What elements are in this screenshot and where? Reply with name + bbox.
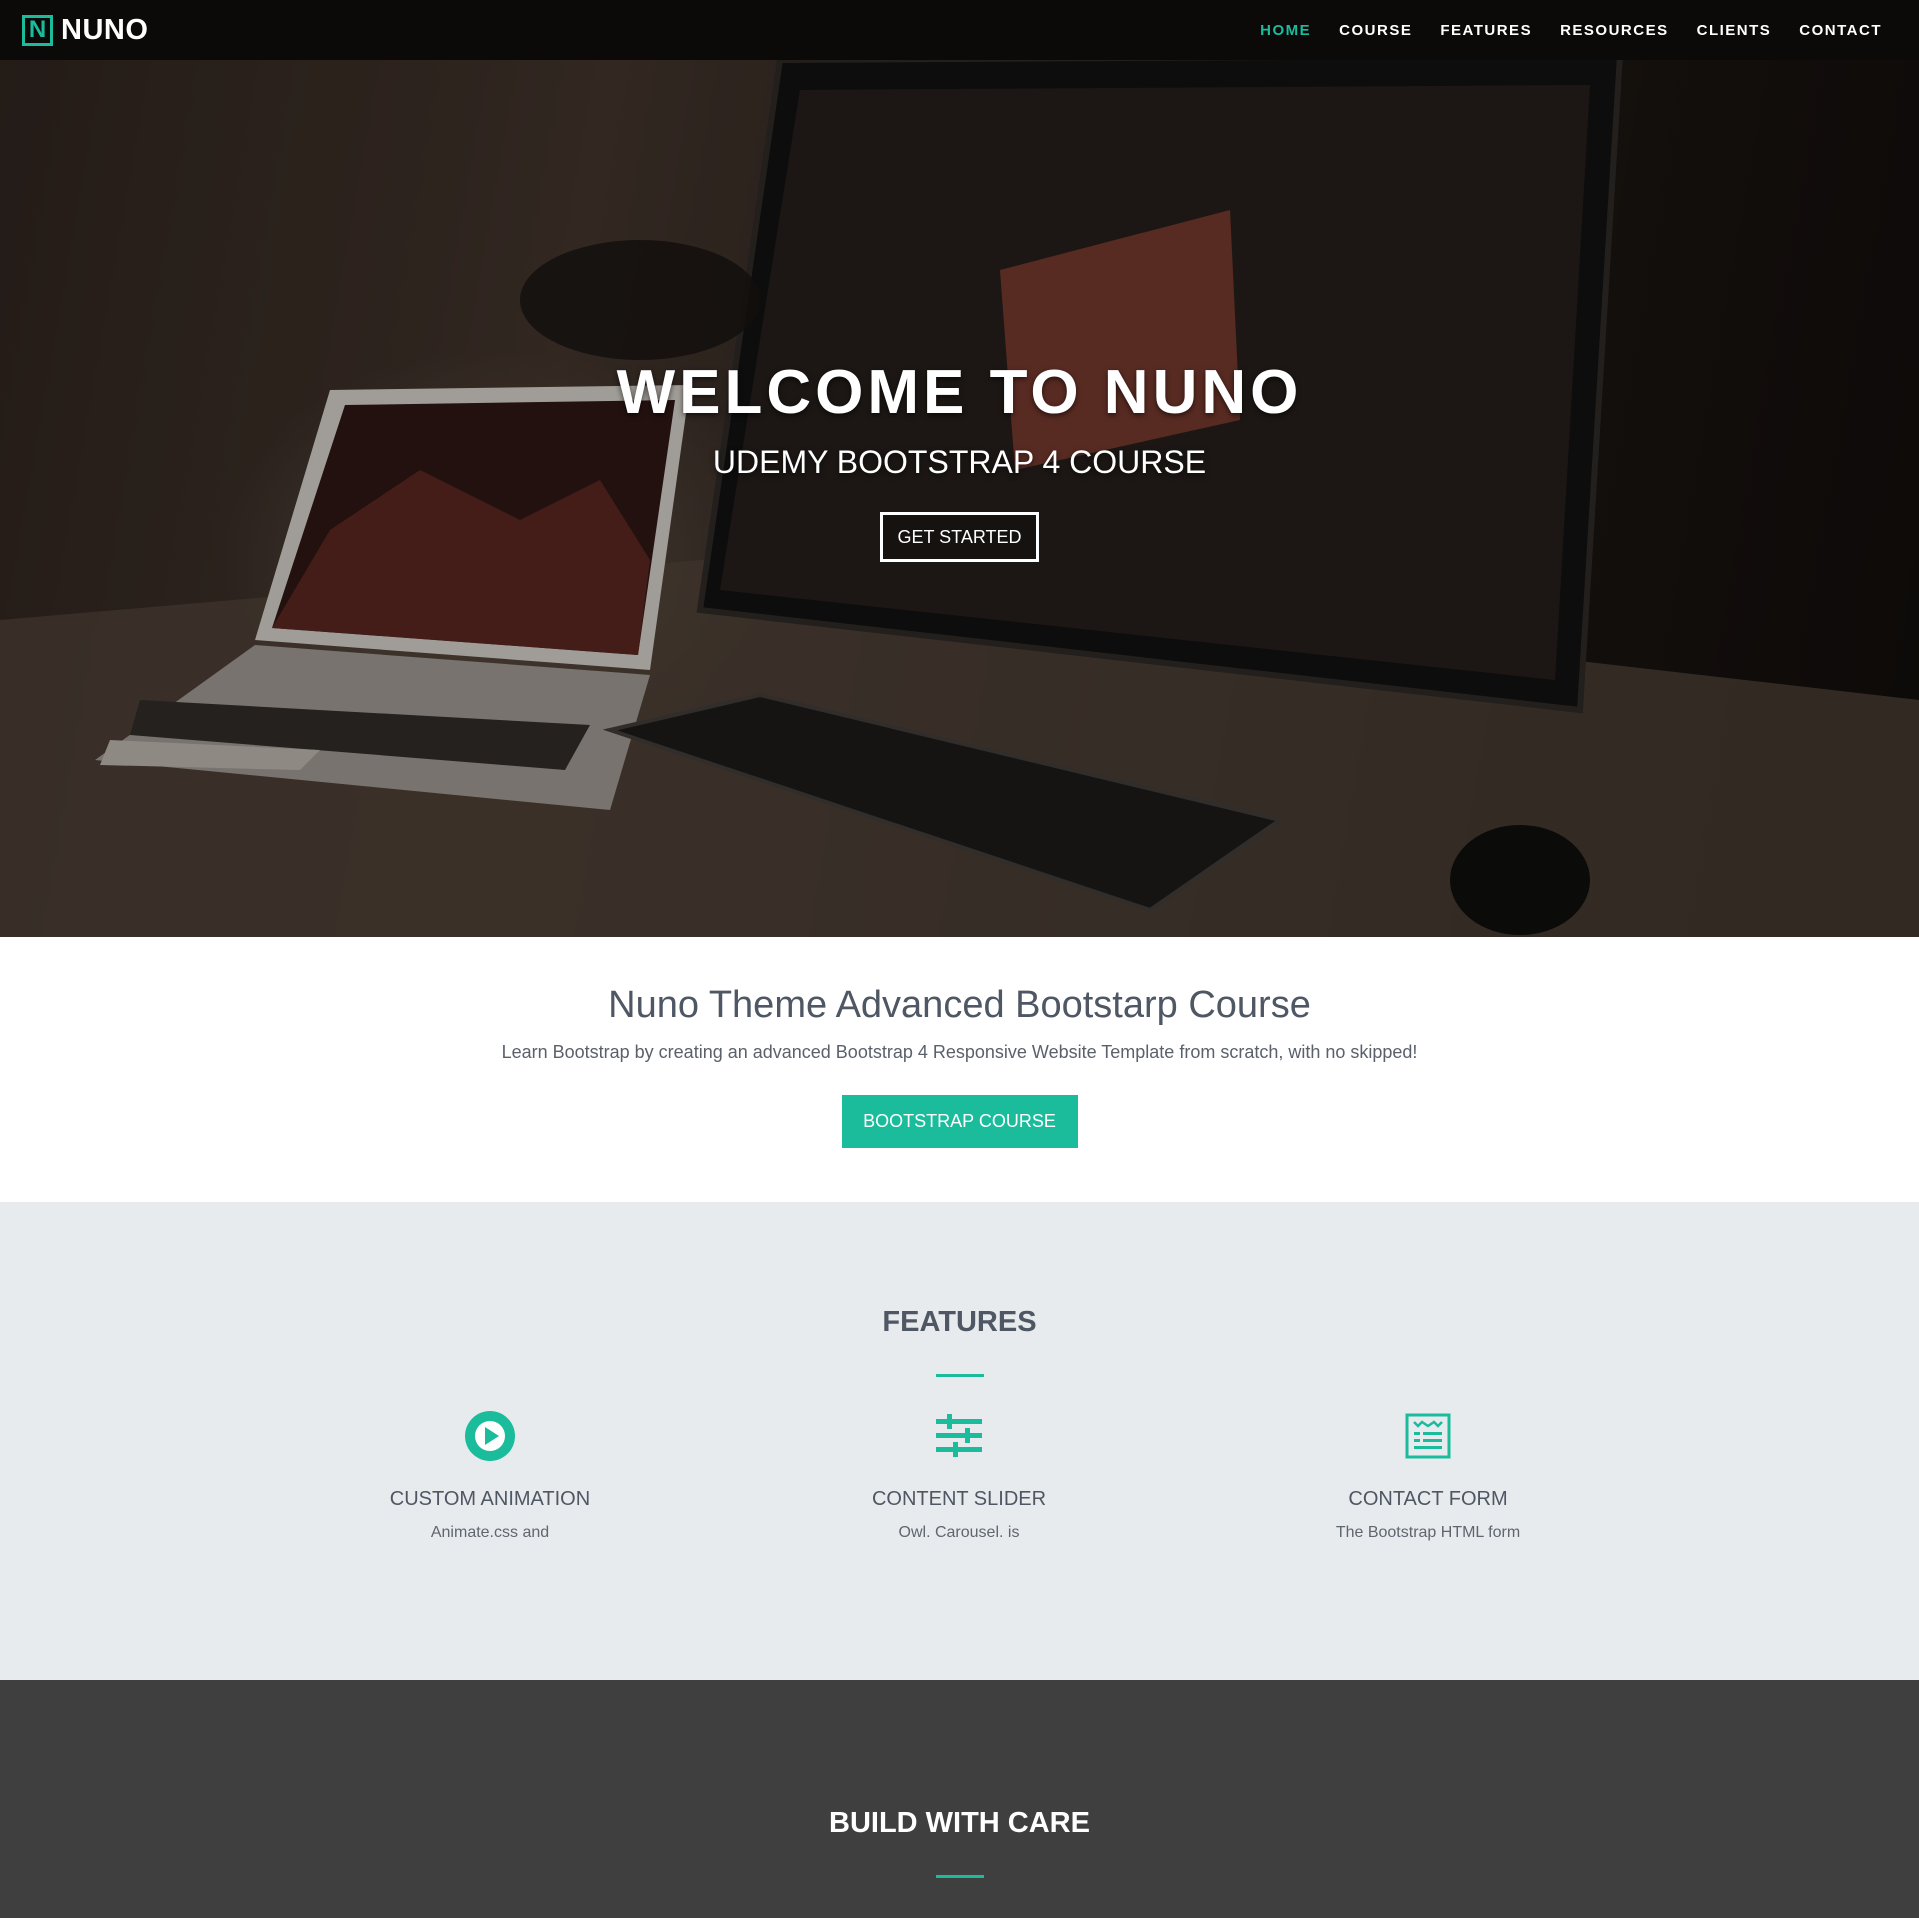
intro-text: Learn Bootstrap by creating an advanced … <box>501 1042 1418 1062</box>
nav-links: HOME COURSE FEATURES RESOURCES CLIENTS C… <box>1260 22 1882 39</box>
bootstrap-course-button[interactable]: BOOTSTRAP COURSE <box>841 1095 1078 1148</box>
features-row: CUSTOM ANIMATION Animate.css and CONTENT… <box>0 1410 1919 1570</box>
nav-link-features[interactable]: FEATURES <box>1440 22 1532 39</box>
sliders-icon <box>933 1410 985 1462</box>
feature-text: Owl. Carousel. is <box>898 1524 1020 1541</box>
play-circle-icon <box>464 1410 516 1462</box>
nav-link-resources[interactable]: RESOURCES <box>1560 22 1669 39</box>
hero-title: WELCOME TO NUNO <box>616 358 1303 427</box>
features-section: FEATURES CUSTOM ANIMATION Animate.css an… <box>0 1202 1919 1680</box>
form-icon <box>1402 1410 1454 1462</box>
hero-section: WELCOME TO NUNO UDEMY BOOTSTRAP 4 COURSE… <box>0 0 1919 937</box>
top-navbar: N NUNO HOME COURSE FEATURES RESOURCES CL… <box>0 0 1919 60</box>
nav-link-course[interactable]: COURSE <box>1339 22 1412 39</box>
feature-title: CUSTOM ANIMATION <box>389 1488 591 1510</box>
feature-text: The Bootstrap HTML form <box>1335 1524 1521 1541</box>
feature-item: CONTENT SLIDER Owl. Carousel. is <box>759 1410 1159 1544</box>
nav-link-clients[interactable]: CLIENTS <box>1697 22 1772 39</box>
intro-title: Nuno Theme Advanced Bootstarp Course <box>608 984 1311 1026</box>
brand-logo-icon: N <box>22 14 53 46</box>
feature-title: CONTACT FORM <box>1348 1488 1508 1510</box>
features-divider <box>935 1374 984 1377</box>
brand[interactable]: N NUNO <box>22 14 148 47</box>
nav-link-contact[interactable]: CONTACT <box>1799 22 1882 39</box>
feature-text: Animate.css and <box>430 1524 550 1541</box>
features-title: FEATURES <box>882 1306 1037 1338</box>
brand-name: NUNO <box>61 13 149 46</box>
nav-link-home[interactable]: HOME <box>1260 22 1311 39</box>
feature-title: CONTENT SLIDER <box>871 1488 1047 1510</box>
build-title: BUILD WITH CARE <box>829 1807 1090 1839</box>
hero-content: WELCOME TO NUNO UDEMY BOOTSTRAP 4 COURSE… <box>0 358 1919 562</box>
build-divider <box>935 1875 984 1878</box>
build-section: BUILD WITH CARE <box>0 1680 1919 1918</box>
feature-item: CONTACT FORM The Bootstrap HTML form <box>1228 1410 1628 1544</box>
hero-subtitle: UDEMY BOOTSTRAP 4 COURSE <box>712 444 1207 480</box>
intro-section: Nuno Theme Advanced Bootstarp Course Lea… <box>0 937 1919 1202</box>
feature-item: CUSTOM ANIMATION Animate.css and <box>290 1410 690 1544</box>
get-started-button[interactable]: GET STARTED <box>880 512 1039 562</box>
